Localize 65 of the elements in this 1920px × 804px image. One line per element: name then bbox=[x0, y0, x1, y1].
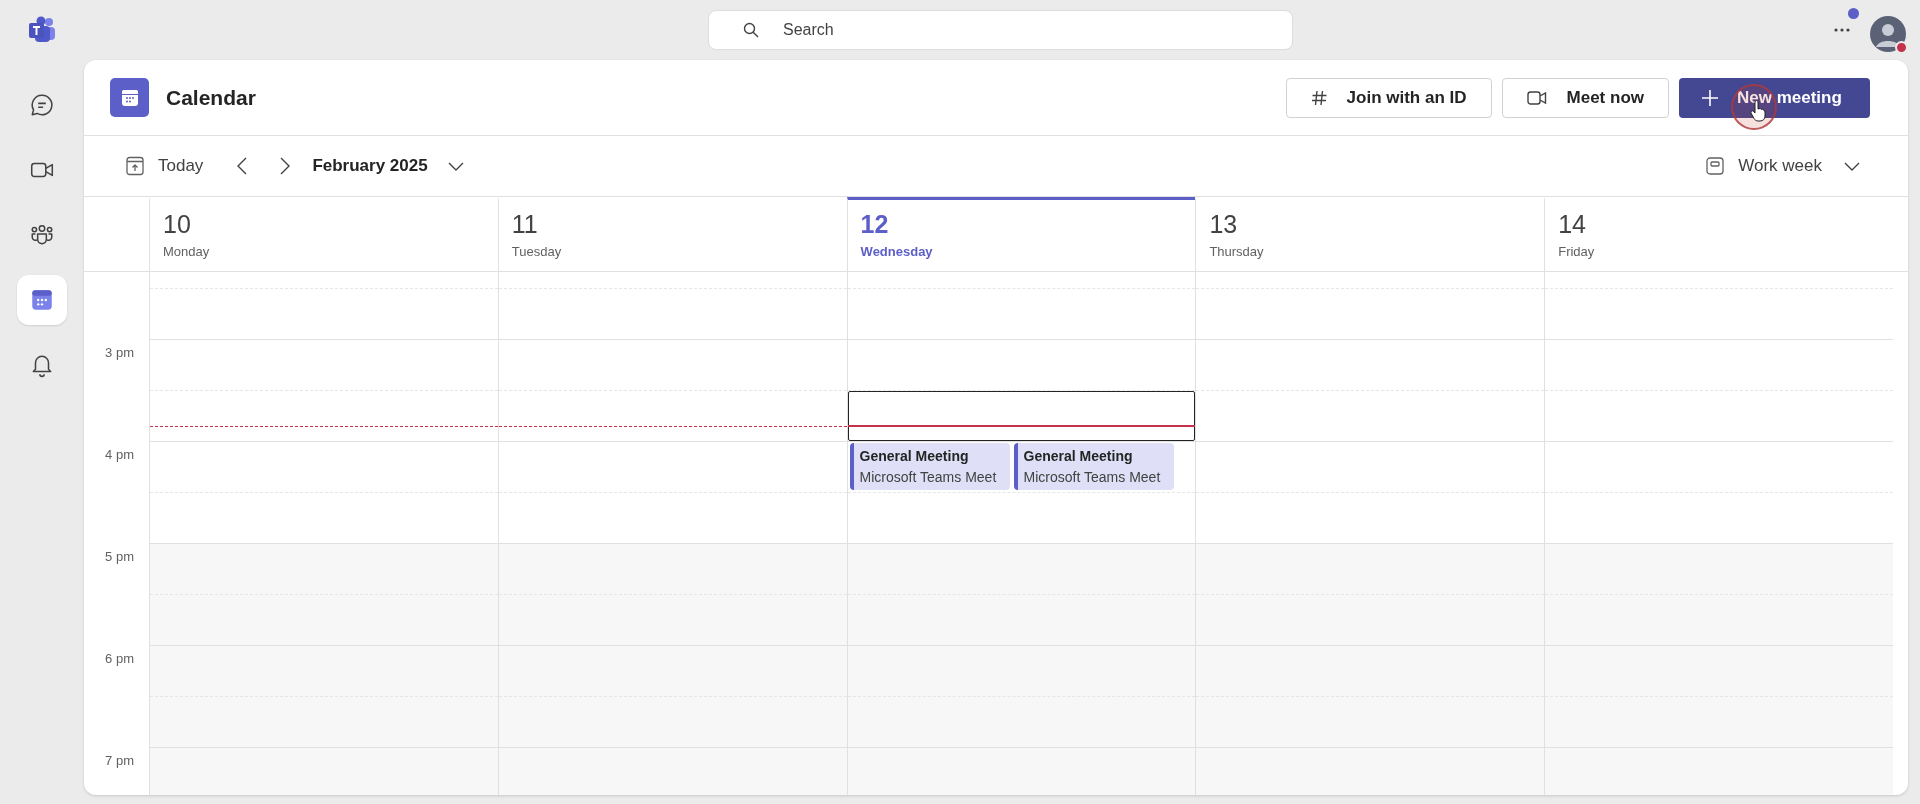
time-slot[interactable] bbox=[150, 595, 498, 646]
rail-item[interactable] bbox=[17, 275, 67, 325]
search-icon bbox=[743, 22, 759, 38]
event-subtitle: Microsoft Teams Meet bbox=[859, 468, 998, 487]
time-slot[interactable] bbox=[1545, 544, 1893, 595]
plus-icon bbox=[1701, 88, 1719, 107]
event-subtitle: Microsoft Teams Meet bbox=[1023, 468, 1162, 487]
time-label: 7 pm bbox=[105, 752, 134, 770]
view-picker[interactable]: Work week bbox=[1706, 153, 1860, 179]
event-card[interactable]: General Meeting Microsoft Teams Meet bbox=[849, 443, 1010, 490]
day-number: 14 bbox=[1558, 209, 1587, 239]
search-field[interactable]: Search bbox=[708, 10, 1293, 50]
time-slot[interactable] bbox=[498, 544, 847, 595]
time-slot[interactable] bbox=[150, 646, 498, 697]
chevron-down-icon bbox=[1844, 161, 1860, 171]
weekday-label: Tuesday bbox=[511, 243, 563, 261]
day-number: 12 bbox=[860, 209, 890, 239]
time-slot[interactable] bbox=[1545, 697, 1893, 748]
weekday-label: Wednesday bbox=[860, 243, 934, 261]
today-button[interactable]: Today bbox=[126, 153, 204, 179]
time-slot[interactable] bbox=[150, 748, 498, 795]
event-card[interactable]: General Meeting Microsoft Teams Meet bbox=[1013, 443, 1174, 490]
selected-time-slot[interactable] bbox=[847, 391, 1196, 441]
weekday-label: Thursday bbox=[1209, 243, 1265, 261]
day-header[interactable]: 14 Friday bbox=[1544, 197, 1893, 271]
calendar-icon bbox=[29, 287, 55, 313]
time-slot[interactable] bbox=[1196, 544, 1545, 595]
time-slot[interactable] bbox=[498, 748, 847, 795]
view-icon bbox=[1706, 157, 1725, 175]
today-icon bbox=[126, 156, 144, 176]
hash-icon bbox=[1310, 89, 1327, 106]
time-slot[interactable] bbox=[847, 748, 1196, 795]
time-label: 5 pm bbox=[105, 548, 134, 566]
event-title: General Meeting bbox=[1023, 447, 1134, 466]
weekday-label: Friday bbox=[1558, 243, 1596, 261]
new-meeting-button[interactable]: New meeting bbox=[1679, 77, 1870, 118]
chat-icon bbox=[29, 92, 55, 118]
time-slot[interactable] bbox=[150, 544, 498, 595]
time-label: 4 pm bbox=[105, 446, 134, 464]
page-title: Calendar bbox=[166, 84, 256, 111]
day-number: 13 bbox=[1209, 209, 1239, 239]
time-slot[interactable] bbox=[847, 544, 1196, 595]
day-header[interactable]: 13 Thursday bbox=[1195, 197, 1545, 271]
video-camera-icon bbox=[1526, 89, 1547, 106]
month-picker[interactable]: February 2025 bbox=[312, 153, 464, 179]
day-number: 11 bbox=[511, 209, 539, 239]
day-header[interactable]: 11 Tuesday bbox=[497, 197, 847, 271]
day-number: 10 bbox=[163, 209, 192, 239]
time-slot[interactable] bbox=[1196, 748, 1545, 795]
event-title: General Meeting bbox=[859, 447, 970, 466]
time-slot[interactable] bbox=[1545, 748, 1893, 795]
meet-now-button[interactable]: Meet now bbox=[1501, 77, 1669, 118]
more-options-icon[interactable] bbox=[1834, 28, 1850, 32]
join-button[interactable]: Join with an ID bbox=[1285, 77, 1492, 118]
time-label: 6 pm bbox=[105, 650, 134, 668]
avatar[interactable] bbox=[1870, 16, 1906, 52]
chevron-down-icon bbox=[447, 161, 464, 171]
time-slot[interactable] bbox=[150, 697, 498, 748]
day-header[interactable]: 10 Monday bbox=[149, 197, 498, 271]
time-slot[interactable] bbox=[1545, 595, 1893, 646]
app-logo-icon[interactable] bbox=[27, 16, 57, 44]
time-slot[interactable] bbox=[1545, 646, 1893, 697]
time-label: 3 pm bbox=[105, 344, 134, 362]
weekday-label: Monday bbox=[163, 243, 211, 261]
calendar-app-icon bbox=[110, 78, 149, 117]
